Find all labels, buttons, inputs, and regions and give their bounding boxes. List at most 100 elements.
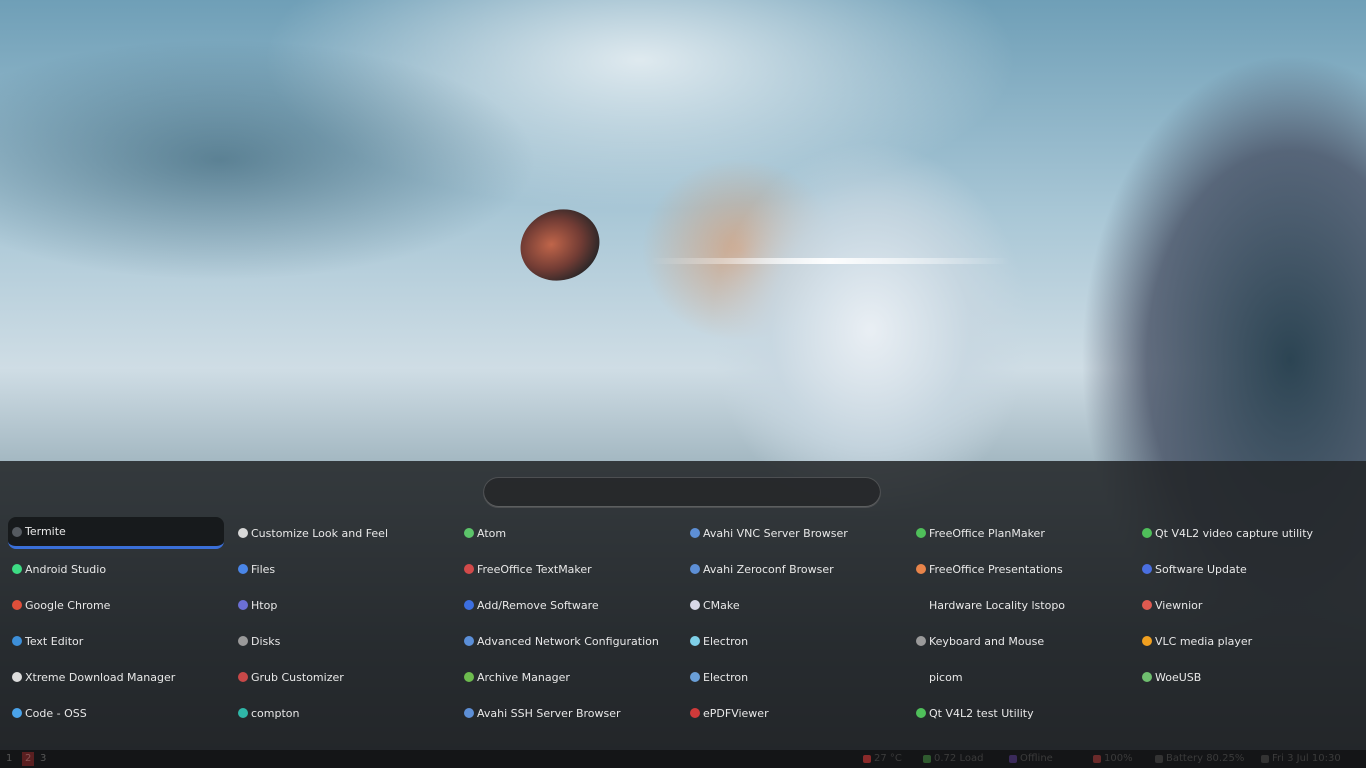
app-launcher-panel: Termite Android Studio Google Chrome Text E… — [0, 461, 1366, 750]
app-item[interactable]: Disks — [234, 625, 450, 657]
app-label: VLC media player — [1155, 634, 1253, 648]
app-item[interactable]: Xtreme Download Manager — [8, 661, 224, 693]
app-label: Htop — [251, 598, 278, 612]
app-label: Avahi SSH Server Browser — [477, 706, 621, 720]
app-item[interactable]: Viewnior — [1138, 589, 1354, 621]
clock-module: Fri 3 Jul 10:30 — [1258, 752, 1345, 766]
battery-icon — [1155, 755, 1163, 763]
app-label: ePDFViewer — [703, 706, 769, 720]
viewnior-icon — [1142, 600, 1152, 610]
temperature-text: 27 °C — [874, 753, 902, 764]
android-studio-icon — [12, 564, 22, 574]
qt-v4l2-test-icon — [916, 708, 926, 718]
app-item[interactable]: Advanced Network Configuration — [460, 625, 676, 657]
app-label: WoeUSB — [1155, 670, 1202, 684]
presentations-icon — [916, 564, 926, 574]
vscode-icon — [12, 708, 22, 718]
grub-icon — [238, 672, 248, 682]
app-item[interactable]: Htop — [234, 589, 450, 621]
app-item[interactable]: Atom — [460, 517, 676, 549]
app-label: Atom — [477, 526, 507, 540]
archive-icon — [464, 672, 474, 682]
download-manager-icon — [12, 672, 22, 682]
workspace-3[interactable]: 3 — [40, 752, 46, 766]
temperature-icon — [863, 755, 871, 763]
network-module: Offline — [1006, 752, 1057, 766]
app-label: picom — [929, 670, 963, 684]
app-item[interactable]: Files — [234, 553, 450, 585]
app-label: FreeOffice PlanMaker — [929, 526, 1045, 540]
app-item[interactable]: Archive Manager — [460, 661, 676, 693]
app-label: Grub Customizer — [251, 670, 344, 684]
app-item[interactable]: Code - OSS — [8, 697, 224, 729]
app-item[interactable]: VLC media player — [1138, 625, 1354, 657]
volume-module: 100% — [1090, 752, 1137, 766]
network-icon — [1009, 755, 1017, 763]
app-item[interactable]: FreeOffice TextMaker — [460, 553, 676, 585]
app-item[interactable]: Add/Remove Software — [460, 589, 676, 621]
avahi-zeroconf-icon — [690, 564, 700, 574]
search-input[interactable] — [483, 477, 881, 508]
app-item[interactable]: WoeUSB — [1138, 661, 1354, 693]
app-item[interactable]: Termite — [8, 517, 224, 549]
app-item[interactable]: picom — [912, 661, 1128, 693]
app-label: Hardware Locality lstopo — [929, 598, 1066, 612]
app-label: Code - OSS — [25, 706, 87, 720]
app-item[interactable]: ePDFViewer — [686, 697, 902, 729]
keyboard-icon — [916, 636, 926, 646]
app-item[interactable]: Qt V4L2 video capture utility — [1138, 517, 1354, 549]
app-item[interactable]: FreeOffice PlanMaker — [912, 517, 1128, 549]
load-icon — [923, 755, 931, 763]
app-label: Viewnior — [1155, 598, 1203, 612]
app-item[interactable]: CMake — [686, 589, 902, 621]
app-label: Software Update — [1155, 562, 1247, 576]
app-label: Keyboard and Mouse — [929, 634, 1045, 648]
app-label: Google Chrome — [25, 598, 111, 612]
terminal-icon — [12, 526, 22, 537]
app-label: FreeOffice Presentations — [929, 562, 1063, 576]
app-label: Advanced Network Configuration — [477, 634, 659, 648]
app-item[interactable]: Grub Customizer — [234, 661, 450, 693]
app-label: Avahi Zeroconf Browser — [703, 562, 834, 576]
app-item[interactable]: Hardware Locality lstopo — [912, 589, 1128, 621]
vlc-icon — [1142, 636, 1152, 646]
app-item[interactable]: compton — [234, 697, 450, 729]
app-item[interactable]: Google Chrome — [8, 589, 224, 621]
app-item[interactable]: Avahi VNC Server Browser — [686, 517, 902, 549]
app-item[interactable]: Electron — [686, 625, 902, 657]
app-item[interactable]: Electron — [686, 661, 902, 693]
network-text: Offline — [1020, 753, 1053, 764]
status-bar: 1 2 3 27 °C 0.72 Load Offline 100% Battery 80.2… — [0, 750, 1366, 768]
app-item[interactable]: Avahi SSH Server Browser — [460, 697, 676, 729]
app-label: Archive Manager — [477, 670, 570, 684]
cmake-icon — [690, 600, 700, 610]
app-label: FreeOffice TextMaker — [477, 562, 592, 576]
app-label: Files — [251, 562, 276, 576]
files-icon — [238, 564, 248, 574]
clock-icon — [1261, 755, 1269, 763]
app-label: Electron — [703, 634, 749, 648]
planmaker-icon — [916, 528, 926, 538]
battery-text: Battery 80.25% — [1166, 753, 1245, 764]
software-update-icon — [1142, 564, 1152, 574]
compton-icon — [238, 708, 248, 718]
app-item[interactable]: Qt V4L2 test Utility — [912, 697, 1128, 729]
app-item[interactable]: Software Update — [1138, 553, 1354, 585]
disks-icon — [238, 636, 248, 646]
app-item[interactable]: Keyboard and Mouse — [912, 625, 1128, 657]
lstopo-icon — [916, 600, 926, 610]
chrome-icon — [12, 600, 22, 610]
app-item[interactable]: Text Editor — [8, 625, 224, 657]
textmaker-icon — [464, 564, 474, 574]
app-item[interactable]: Customize Look and Feel — [234, 517, 450, 549]
app-item[interactable]: Avahi Zeroconf Browser — [686, 553, 902, 585]
app-item[interactable]: FreeOffice Presentations — [912, 553, 1128, 585]
app-item[interactable]: Android Studio — [8, 553, 224, 585]
app-label: Xtreme Download Manager — [25, 670, 176, 684]
app-label: Electron — [703, 670, 749, 684]
app-label: Disks — [251, 634, 281, 648]
workspace-1[interactable]: 1 — [6, 752, 12, 766]
workspace-2[interactable]: 2 — [22, 752, 35, 766]
picom-icon — [916, 672, 926, 682]
load-text: 0.72 Load — [934, 753, 984, 764]
